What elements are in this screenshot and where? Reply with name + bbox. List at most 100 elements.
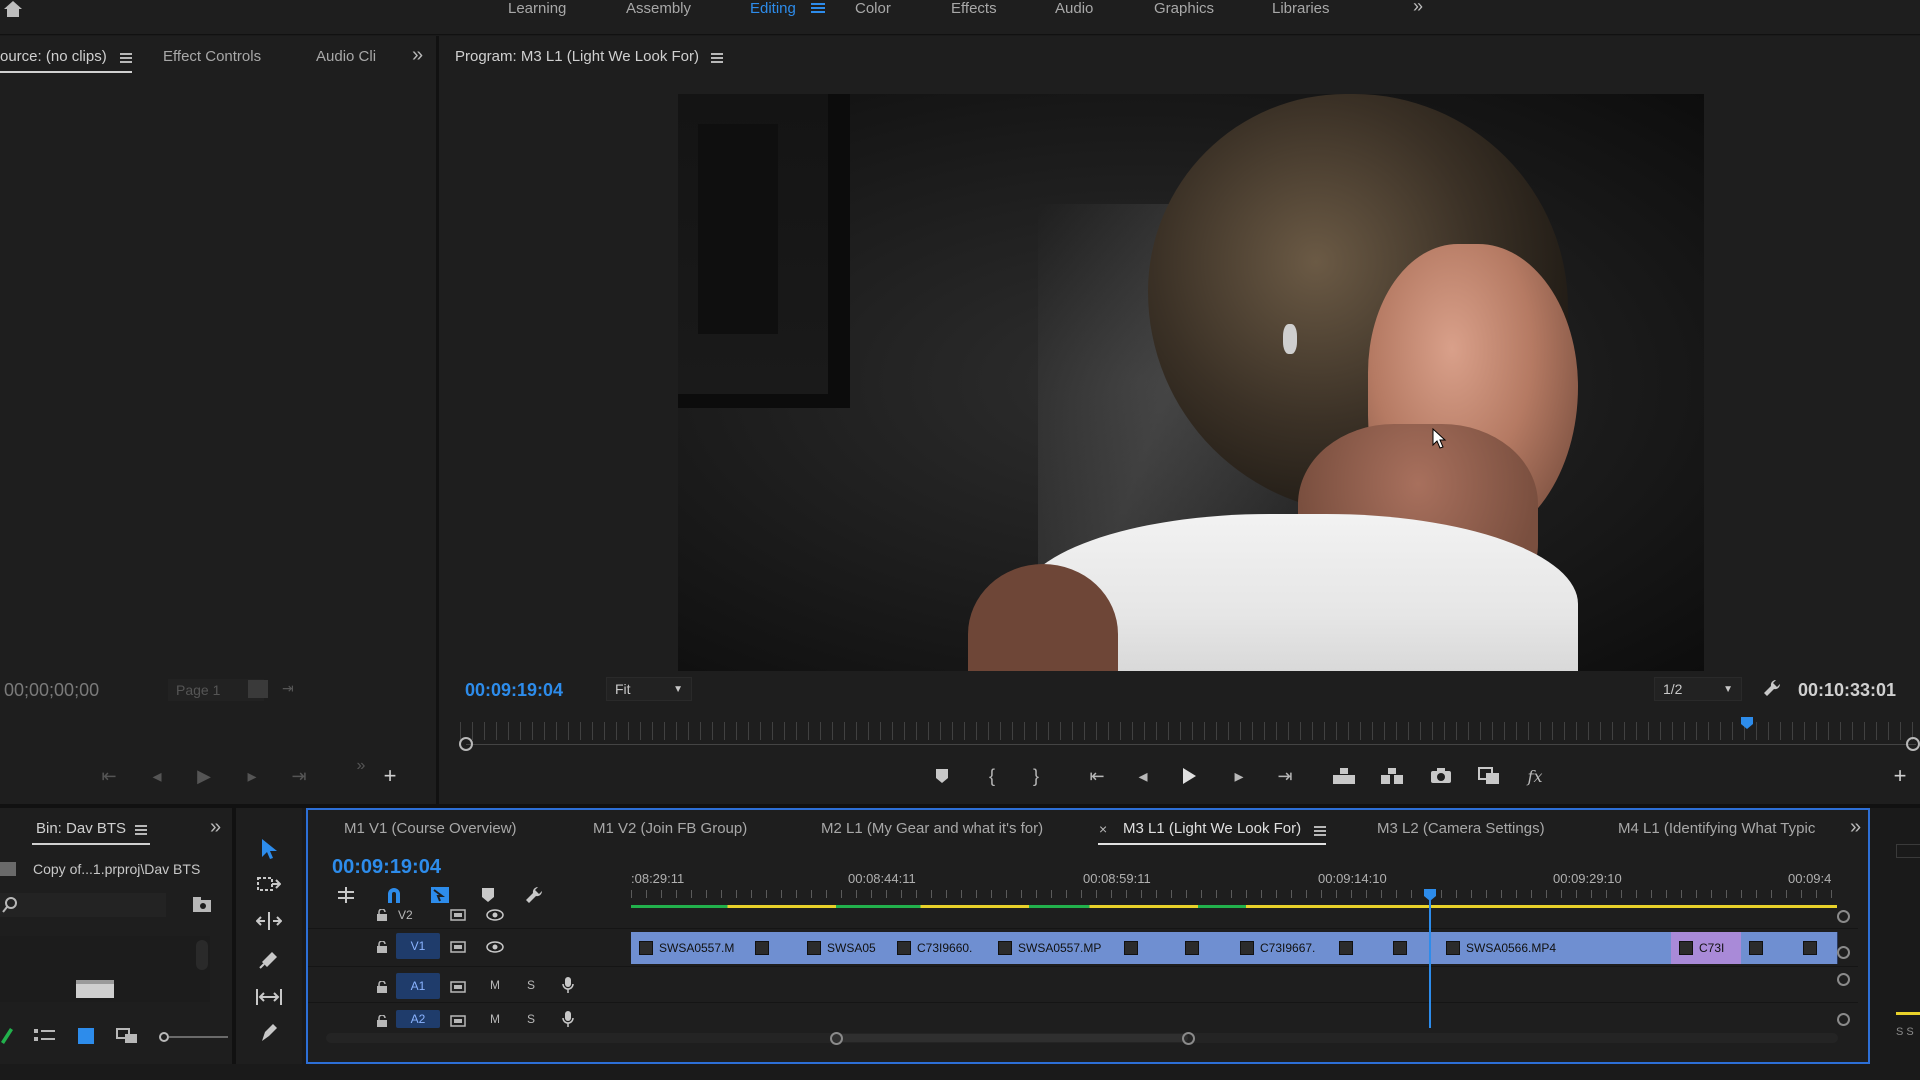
lock-icon[interactable] bbox=[376, 980, 388, 993]
timeline-clip[interactable] bbox=[1795, 932, 1838, 964]
go-to-out-button[interactable]: ⇥ bbox=[1272, 764, 1298, 788]
program-add-button-icon[interactable]: + bbox=[1888, 763, 1912, 788]
fx-icon[interactable]: fx bbox=[1522, 764, 1548, 788]
toggle-sync-lock-icon[interactable] bbox=[450, 940, 466, 953]
timeline-playhead-line[interactable] bbox=[1429, 900, 1431, 1028]
source-menu-icon[interactable] bbox=[120, 51, 132, 63]
sequence-menu-icon[interactable] bbox=[1314, 824, 1326, 836]
icon-view-icon[interactable] bbox=[78, 1028, 94, 1044]
tab-sequence-m4l1[interactable]: M4 L1 (Identifying What Typic bbox=[1618, 820, 1820, 837]
camera-export-frame-icon[interactable] bbox=[1427, 764, 1455, 788]
zoom-slider[interactable] bbox=[158, 1030, 228, 1042]
bin-search-input[interactable] bbox=[0, 893, 166, 917]
extract-button[interactable] bbox=[1378, 764, 1406, 788]
scrollbar-thumb[interactable] bbox=[832, 1034, 1188, 1042]
source-play-button[interactable]: ▶ bbox=[191, 764, 217, 788]
play-button[interactable] bbox=[1176, 764, 1202, 788]
tab-sequence-m1v1[interactable]: M1 V1 (Course Overview) bbox=[344, 820, 517, 837]
timeline-clip[interactable]: C73I bbox=[1671, 932, 1742, 964]
program-current-timecode[interactable]: 00:09:19:04 bbox=[465, 680, 563, 701]
lift-button[interactable] bbox=[1330, 764, 1358, 788]
home-icon[interactable] bbox=[2, 0, 24, 18]
mark-in-button[interactable]: { bbox=[980, 764, 1004, 788]
timeline-clip[interactable]: C73I9660. bbox=[889, 932, 991, 964]
program-ruler-track[interactable] bbox=[466, 744, 1916, 745]
track-label-a2[interactable]: A2 bbox=[396, 1010, 440, 1028]
program-menu-icon[interactable] bbox=[711, 51, 723, 63]
toggle-sync-lock-icon[interactable] bbox=[450, 908, 466, 921]
timeline-clip[interactable] bbox=[747, 932, 800, 964]
track-resize-handle[interactable] bbox=[1837, 973, 1850, 986]
linked-selection-icon[interactable] bbox=[428, 884, 452, 906]
mark-out-button[interactable]: } bbox=[1024, 764, 1048, 788]
program-zoom-select[interactable]: Fit ▼ bbox=[606, 677, 692, 701]
panel-overflow-icon[interactable]: » bbox=[412, 44, 423, 67]
program-mini-ruler[interactable] bbox=[460, 722, 1920, 740]
timeline-clip[interactable] bbox=[1331, 932, 1386, 964]
solo-button[interactable]: S bbox=[527, 1012, 535, 1026]
bin-scrollbar[interactable] bbox=[196, 940, 208, 970]
source-step-forward-button[interactable]: ▸ bbox=[239, 764, 265, 788]
scroll-right-handle[interactable] bbox=[1182, 1032, 1195, 1045]
timeline-clip[interactable]: C73I9667. bbox=[1232, 932, 1332, 964]
source-go-out-button[interactable]: ⇥ bbox=[286, 764, 312, 788]
bin-overflow-icon[interactable]: » bbox=[210, 816, 221, 839]
workspace-tab-editing[interactable]: Editing bbox=[750, 0, 796, 17]
add-marker-button[interactable] bbox=[930, 764, 954, 788]
slip-tool-icon[interactable] bbox=[252, 984, 286, 1010]
lock-icon[interactable] bbox=[376, 940, 388, 953]
freeform-view-icon[interactable] bbox=[116, 1028, 140, 1044]
toggle-sync-lock-icon[interactable] bbox=[450, 1014, 466, 1027]
source-scrub-icon[interactable]: ⇥ bbox=[282, 680, 294, 697]
add-marker-icon[interactable] bbox=[476, 884, 500, 906]
timeline-ruler-ticks[interactable] bbox=[631, 890, 1837, 898]
tab-sequence-m3l2[interactable]: M3 L2 (Camera Settings) bbox=[1377, 820, 1545, 837]
solo-button[interactable]: S bbox=[527, 978, 535, 992]
insert-nest-icon[interactable] bbox=[334, 884, 358, 906]
program-monitor-title[interactable]: Program: M3 L1 (Light We Look For) bbox=[455, 48, 699, 65]
timeline-clip[interactable]: SWSA0557.MP bbox=[990, 932, 1117, 964]
step-forward-button[interactable]: ▸ bbox=[1226, 764, 1252, 788]
program-video-frame[interactable] bbox=[678, 94, 1704, 671]
wrench-settings-icon[interactable] bbox=[1762, 678, 1782, 698]
bin-item-thumbnail[interactable] bbox=[76, 980, 114, 998]
pen-edit-icon[interactable] bbox=[0, 1026, 14, 1044]
workspace-overflow-icon[interactable]: » bbox=[1413, 0, 1429, 15]
source-page-stepper-icon[interactable] bbox=[248, 680, 268, 698]
new-search-bin-icon[interactable] bbox=[192, 896, 212, 914]
source-add-button-icon[interactable]: + bbox=[378, 763, 402, 788]
workspace-tab-graphics[interactable]: Graphics bbox=[1154, 0, 1214, 17]
workspace-tab-libraries[interactable]: Libraries bbox=[1272, 0, 1330, 17]
list-view-icon[interactable] bbox=[34, 1028, 56, 1044]
snap-magnet-icon[interactable] bbox=[382, 884, 406, 906]
workspace-tab-learning[interactable]: Learning bbox=[508, 0, 566, 17]
selection-tool-icon[interactable] bbox=[254, 836, 284, 862]
workspace-tab-effects[interactable]: Effects bbox=[951, 0, 997, 17]
tab-audio-clip-mixer[interactable]: Audio Cli bbox=[316, 48, 380, 65]
comparison-view-icon[interactable] bbox=[1475, 764, 1503, 788]
microphone-icon[interactable] bbox=[562, 976, 574, 994]
close-tab-icon[interactable]: × bbox=[1099, 821, 1107, 837]
timeline-clip[interactable]: SWSA0566.MP4 bbox=[1438, 932, 1639, 964]
editing-menu-icon[interactable] bbox=[811, 1, 825, 13]
tab-source[interactable]: ource: (no clips) bbox=[0, 48, 107, 65]
step-back-button[interactable]: ◂ bbox=[1130, 764, 1156, 788]
workspace-tab-assembly[interactable]: Assembly bbox=[626, 0, 691, 17]
source-step-back-button[interactable]: ◂ bbox=[144, 764, 170, 788]
source-mark-in-button[interactable]: ⇤ bbox=[96, 764, 122, 788]
ripple-edit-tool-icon[interactable] bbox=[254, 908, 284, 934]
track-select-tool-icon[interactable] bbox=[254, 872, 284, 898]
eye-icon[interactable] bbox=[486, 908, 504, 921]
timeline-clip[interactable] bbox=[1177, 932, 1233, 964]
lock-icon[interactable] bbox=[376, 908, 388, 921]
timeline-clip[interactable] bbox=[1741, 932, 1796, 964]
bin-title[interactable]: Bin: Dav BTS bbox=[36, 820, 126, 837]
timeline-overflow-icon[interactable]: » bbox=[1850, 816, 1861, 839]
timeline-clip[interactable]: SWSA05 bbox=[799, 932, 890, 964]
mute-button[interactable]: M bbox=[490, 978, 500, 992]
workspace-tab-color[interactable]: Color bbox=[855, 0, 891, 17]
track-resize-handle[interactable] bbox=[1837, 946, 1850, 959]
tab-effect-controls[interactable]: Effect Controls bbox=[163, 48, 261, 65]
track-resize-handle[interactable] bbox=[1837, 910, 1850, 923]
pen-tool-icon[interactable] bbox=[254, 1020, 284, 1046]
